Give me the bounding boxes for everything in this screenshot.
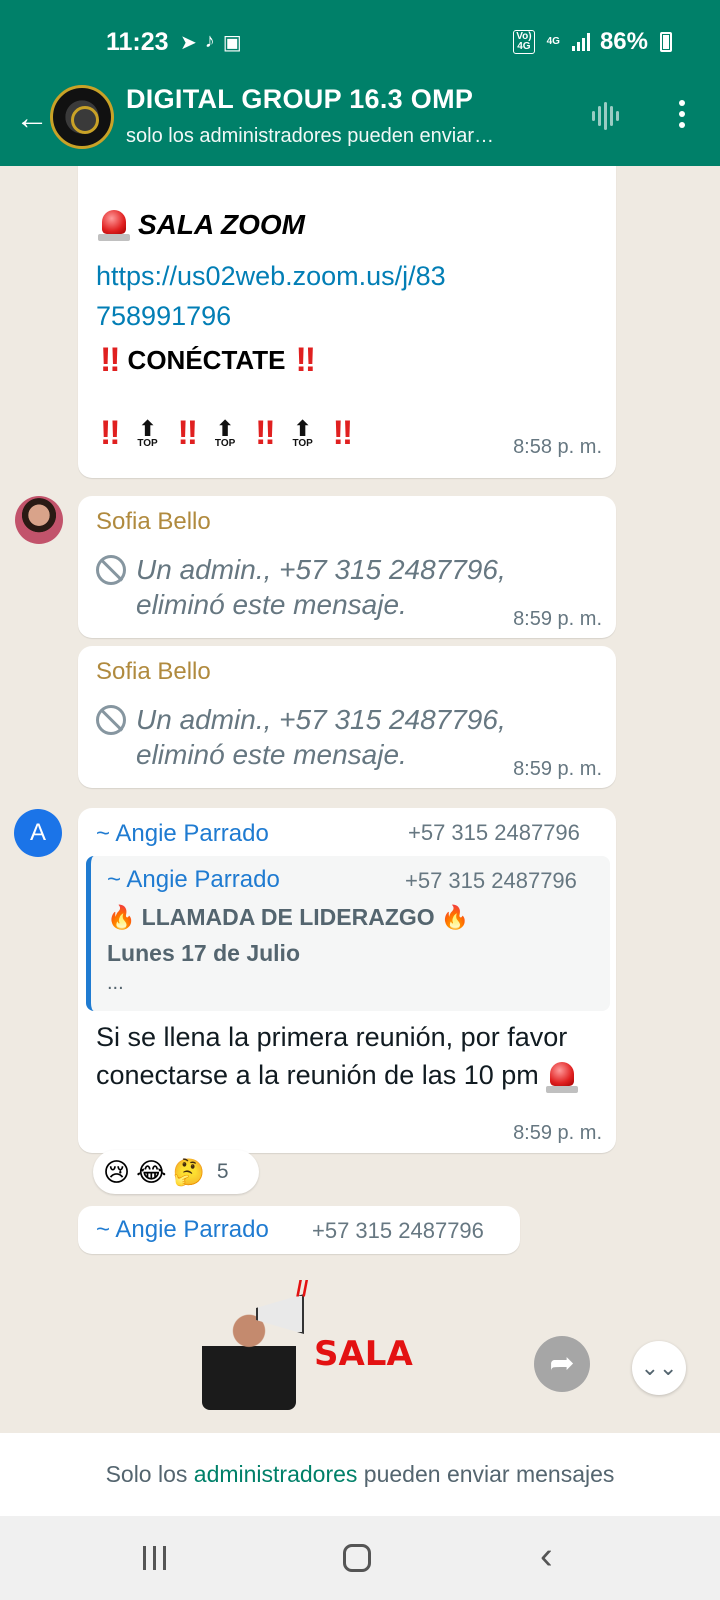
home-icon[interactable] — [343, 1544, 371, 1572]
volte-badge: Vo) 4G — [513, 30, 535, 54]
data-icon: 4G — [546, 36, 560, 47]
back-arrow-icon[interactable]: ← — [12, 98, 52, 138]
siren-icon — [546, 1060, 579, 1094]
sound-rays-icon: // — [296, 1276, 309, 1301]
message-bubble-sticker-header[interactable]: ~ Angie Parrado +57 315 2487796 — [78, 1206, 520, 1254]
signal-icon — [571, 33, 590, 51]
system-nav-bar: ‹ — [0, 1516, 720, 1600]
avatar-sofia-bello[interactable] — [15, 496, 63, 544]
group-subtitle[interactable]: solo los administradores pueden enviar… — [126, 125, 494, 148]
top-row: ‼ ⬆ TOP ‼ ⬆ TOP ‼ ⬆ TOP ‼ — [100, 414, 353, 453]
notification-icons: ➤ ♪ ▣ — [180, 30, 242, 55]
deleted-message: Un admin., +57 315 2487796, eliminó este… — [96, 552, 536, 622]
quoted-line-2: Lunes 17 de Julio — [107, 940, 300, 966]
group-avatar[interactable] — [50, 85, 114, 149]
battery-text: 86% — [599, 28, 648, 55]
quoted-sender: ~ Angie Parrado — [107, 866, 280, 893]
sticker-message[interactable]: // SALA — [196, 1276, 413, 1410]
siren-icon — [98, 208, 130, 242]
sender-phone: +57 315 2487796 — [408, 820, 580, 845]
quoted-line-1: 🔥 LLAMADA DE LIDERAZGO 🔥 — [107, 904, 470, 930]
forward-button[interactable]: ➦ — [534, 1336, 590, 1392]
status-right: Vo) 4G 4G 86% — [513, 28, 672, 56]
double-chevron-down-icon: ⌄⌄ — [640, 1355, 678, 1380]
message-time: 8:59 p. m. — [513, 608, 602, 630]
deleted-text: Un admin., +57 315 2487796, eliminó este… — [136, 704, 506, 770]
chat-area[interactable]: SALA ZOOM https://us02web.zoom.us/j/8375… — [0, 166, 720, 1433]
scroll-to-bottom-button[interactable]: ⌄⌄ — [632, 1341, 686, 1395]
double-exclamation-icon: ‼ — [177, 414, 198, 452]
quoted-message[interactable]: ~ Angie Parrado +57 315 2487796 🔥 LLAMAD… — [86, 856, 610, 1011]
group-title[interactable]: DIGITAL GROUP 16.3 OMP — [126, 84, 473, 115]
zoom-heading: SALA ZOOM — [138, 209, 305, 240]
message-bubble-reply[interactable]: ~ Angie Parrado +57 315 2487796 ~ Angie … — [78, 808, 616, 1153]
double-exclamation-icon: ‼ — [255, 414, 275, 452]
reactions-pill[interactable]: 😢 😂 🤔 5 — [93, 1150, 259, 1194]
sender-phone: +57 315 2487796 — [312, 1218, 484, 1243]
status-time: 11:23 — [106, 28, 169, 56]
double-exclamation-icon: ‼ — [332, 414, 353, 452]
message-bubble-zoom[interactable]: SALA ZOOM https://us02web.zoom.us/j/8375… — [78, 166, 616, 478]
zoom-link[interactable]: https://us02web.zoom.us/j/83758991796 — [96, 256, 456, 336]
battery-icon — [660, 32, 672, 52]
chat-header[interactable]: ← DIGITAL GROUP 16.3 OMP solo los admini… — [0, 82, 720, 166]
double-exclamation-icon: ‼ — [100, 414, 120, 452]
blocked-icon — [96, 555, 126, 585]
sender-name[interactable]: ~ Angie Parrado — [96, 1216, 269, 1244]
crying-face-icon: 😢 — [103, 1156, 131, 1187]
top-arrow-icon: ⬆ TOP — [292, 415, 313, 449]
zoom-heading-row: SALA ZOOM — [98, 208, 305, 242]
admins-link[interactable]: administradores — [194, 1461, 358, 1487]
back-chevron-icon[interactable]: ‹ — [540, 1537, 553, 1575]
forward-icon: ➦ — [549, 1347, 575, 1380]
thinking-face-icon: 🤔 — [172, 1156, 205, 1187]
double-exclamation-icon: ‼ — [295, 341, 315, 379]
avatar-angie-parrado[interactable]: A — [14, 809, 62, 857]
recent-apps-icon[interactable] — [143, 1546, 171, 1570]
laughing-face-icon: 😂 — [136, 1156, 167, 1187]
message-time: 8:58 p. m. — [513, 436, 602, 458]
blocked-icon — [96, 705, 126, 735]
voice-chat-icon[interactable] — [585, 98, 625, 134]
top-arrow-icon: ⬆ TOP — [137, 415, 158, 449]
connect-text: CONÉCTATE — [127, 345, 286, 375]
connect-row: ‼ CONÉCTATE ‼ — [100, 341, 316, 380]
gallery-icon: ▣ — [222, 32, 242, 54]
fire-icon: 🔥 — [107, 904, 136, 930]
admins-only-notice: Solo los administradores pueden enviar m… — [0, 1433, 720, 1516]
message-bubble-deleted[interactable]: Sofia Bello Un admin., +57 315 2487796, … — [78, 496, 616, 638]
sticker-text: SALA — [314, 1334, 413, 1374]
double-exclamation-icon: ‼ — [100, 341, 120, 379]
sender-name[interactable]: ~ Angie Parrado — [96, 820, 269, 848]
quoted-line-3: ... — [107, 972, 124, 994]
fire-icon: 🔥 — [440, 904, 470, 930]
tiktok-icon: ♪ — [204, 30, 215, 52]
top-arrow-icon: ⬆ TOP — [214, 415, 236, 449]
more-options-icon[interactable] — [662, 94, 702, 134]
telegram-icon: ➤ — [180, 32, 197, 54]
deleted-message: Un admin., +57 315 2487796, eliminó este… — [96, 702, 536, 772]
deleted-text: Un admin., +57 315 2487796, eliminó este… — [136, 554, 506, 620]
message-bubble-deleted[interactable]: Sofia Bello Un admin., +57 315 2487796, … — [78, 646, 616, 788]
sender-name[interactable]: Sofia Bello — [96, 508, 211, 536]
reaction-count: 5 — [216, 1160, 229, 1183]
sender-name[interactable]: Sofia Bello — [96, 658, 211, 686]
message-time: 8:59 p. m. — [513, 758, 602, 780]
message-body: Si se llena la primera reunión, por favo… — [96, 1018, 586, 1094]
message-time: 8:59 p. m. — [513, 1122, 602, 1144]
quoted-phone: +57 315 2487796 — [405, 868, 577, 893]
status-bar: 11:23 ➤ ♪ ▣ Vo) 4G 4G 86% — [0, 0, 720, 82]
